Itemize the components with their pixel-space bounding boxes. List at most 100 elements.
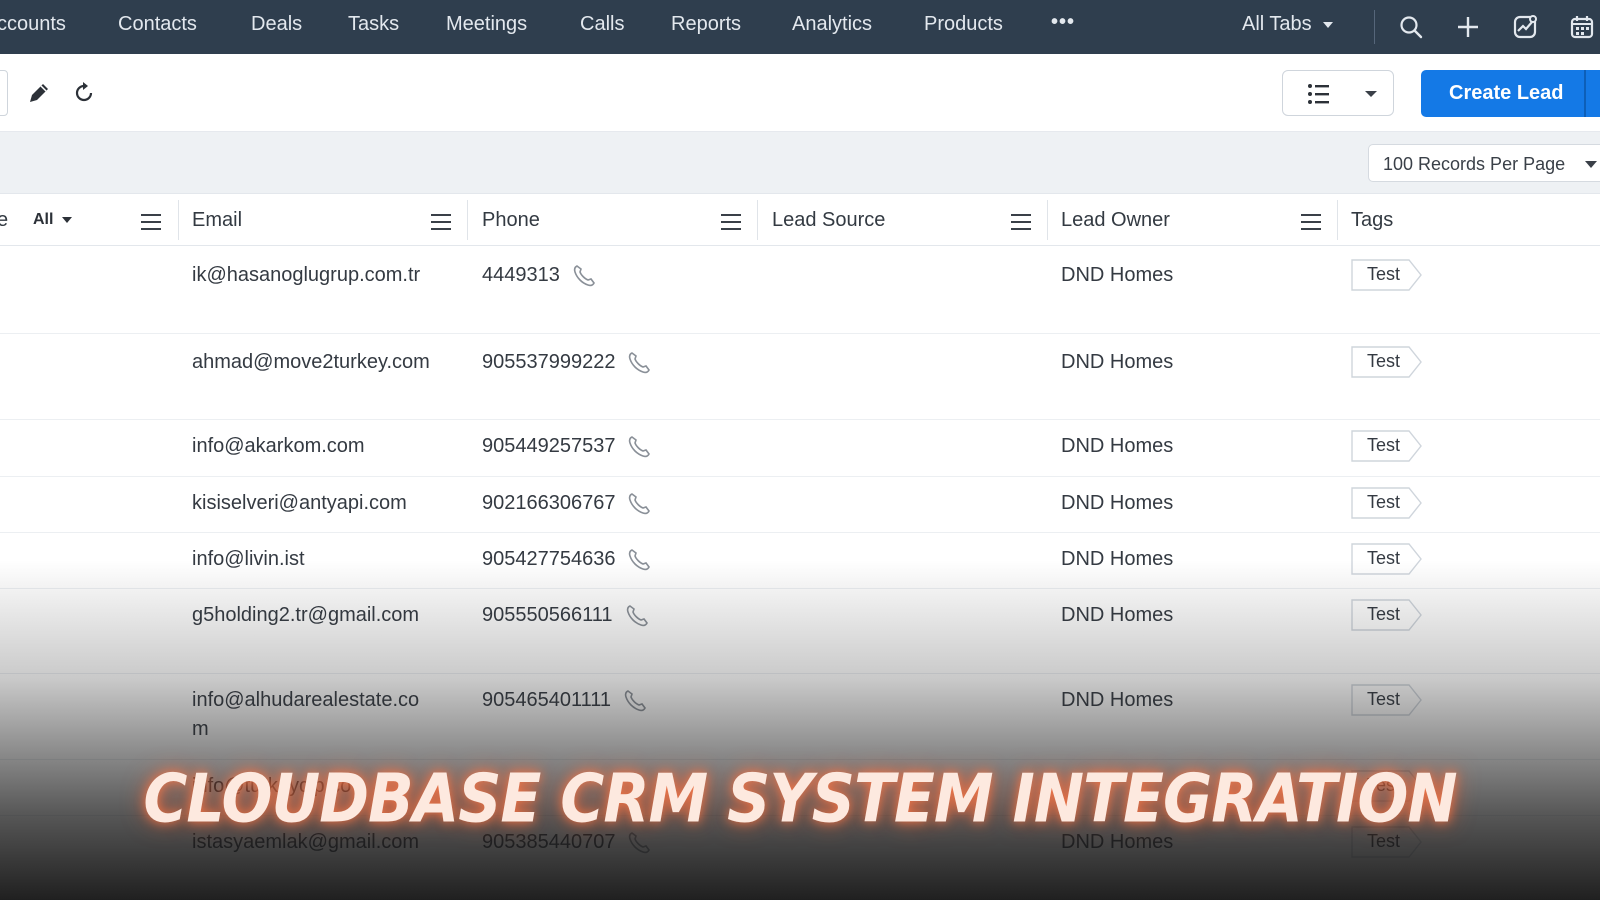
- nav-tab-deals[interactable]: Deals: [251, 13, 302, 36]
- nav-tab-analytics[interactable]: Analytics: [792, 13, 872, 36]
- tag-badge[interactable]: Test: [1351, 599, 1423, 631]
- email-cell[interactable]: ik@hasanoglugrup.com.tr: [192, 261, 432, 290]
- column-header-tags[interactable]: Tags: [1351, 209, 1393, 232]
- column-menu-icon[interactable]: [431, 214, 451, 230]
- table-row[interactable]: ahmad@move2turkey.com 905537999222 DND H…: [0, 334, 1600, 420]
- phone-number[interactable]: 905465401111: [482, 689, 611, 711]
- chevron-down-icon: [1585, 161, 1597, 168]
- lead-owner-cell: DND Homes: [1061, 264, 1174, 286]
- top-nav-bar: ccounts Contacts Deals Tasks Meetings Ca…: [0, 0, 1600, 54]
- column-menu-icon[interactable]: [1301, 214, 1321, 230]
- nav-tab-products[interactable]: Products: [924, 13, 1003, 36]
- lead-owner-cell: DND Homes: [1061, 435, 1174, 457]
- column-header-phone[interactable]: Phone: [482, 209, 540, 232]
- create-lead-button[interactable]: Create Lead: [1421, 70, 1600, 117]
- column-divider: [1047, 200, 1048, 240]
- table-row[interactable]: kisiselveri@antyapi.com 902166306767 DND…: [0, 477, 1600, 533]
- tag-badge[interactable]: Test: [1351, 684, 1423, 716]
- phone-number[interactable]: 905427754636: [482, 548, 615, 570]
- nav-tab-reports[interactable]: Reports: [671, 13, 741, 36]
- phone-icon[interactable]: [570, 262, 598, 290]
- tag-label: Test: [1367, 435, 1401, 455]
- column-menu-icon[interactable]: [721, 214, 741, 230]
- column-menu-icon[interactable]: [1011, 214, 1031, 230]
- phone-icon[interactable]: [625, 490, 653, 518]
- all-tabs-dropdown[interactable]: All Tabs: [1242, 13, 1334, 36]
- column-menu-icon[interactable]: [141, 214, 161, 230]
- email-cell[interactable]: info@akarkom.com: [192, 432, 432, 461]
- email-cell[interactable]: g5holding2.tr@gmail.com: [192, 601, 432, 630]
- email-cell[interactable]: info@alhudarealestate.com: [192, 686, 432, 744]
- tag-label: Test: [1367, 264, 1401, 284]
- all-tabs-label: All Tabs: [1242, 13, 1312, 35]
- activity-icon[interactable]: [1510, 12, 1540, 42]
- column-header-lead-owner[interactable]: Lead Owner: [1061, 209, 1170, 232]
- video-caption: CLOUDBASE CRM SYSTEM INTEGRATION: [143, 759, 1457, 839]
- column-header-partial: e: [0, 209, 9, 231]
- phone-icon[interactable]: [623, 602, 651, 630]
- tag-label: Test: [1367, 548, 1401, 568]
- view-switcher[interactable]: [1282, 70, 1394, 116]
- tag-badge[interactable]: Test: [1351, 430, 1423, 462]
- list-toolbar: Create Lead: [0, 54, 1600, 132]
- phone-number[interactable]: 905449257537: [482, 435, 615, 457]
- phone-icon[interactable]: [625, 546, 653, 574]
- search-icon[interactable]: [1396, 12, 1426, 42]
- phone-number[interactable]: 905537999222: [482, 351, 615, 373]
- tag-label: Test: [1367, 689, 1401, 709]
- column-filter-dropdown[interactable]: All: [33, 211, 72, 229]
- calendar-icon[interactable]: [1567, 12, 1597, 42]
- plus-icon[interactable]: [1453, 12, 1483, 42]
- records-per-page-select[interactable]: 100 Records Per Page: [1368, 144, 1600, 182]
- phone-cell: 905449257537: [482, 432, 653, 461]
- nav-tab-meetings[interactable]: Meetings: [446, 13, 527, 36]
- tag-label: Test: [1367, 351, 1401, 371]
- phone-cell: 902166306767: [482, 489, 653, 518]
- phone-cell: 4449313: [482, 261, 598, 290]
- phone-icon[interactable]: [625, 433, 653, 461]
- column-divider: [467, 200, 468, 240]
- lead-owner-cell: DND Homes: [1061, 351, 1174, 373]
- tag-badge[interactable]: Test: [1351, 259, 1423, 291]
- chevron-down-icon: [1365, 91, 1377, 97]
- phone-cell: 905465401111: [482, 686, 649, 715]
- column-header-email[interactable]: Email: [192, 209, 242, 232]
- nav-tab-accounts[interactable]: ccounts: [0, 13, 66, 36]
- phone-cell: 905537999222: [482, 348, 653, 377]
- phone-number[interactable]: 902166306767: [482, 492, 615, 514]
- create-lead-label: Create Lead: [1449, 82, 1564, 104]
- table-row[interactable]: info@alhudarealestate.com 905465401111 D…: [0, 674, 1600, 760]
- nav-more-button[interactable]: •••: [1051, 11, 1075, 34]
- table-row[interactable]: info@livin.ist 905427754636 DND Homes Te…: [0, 533, 1600, 589]
- column-header-lead-source[interactable]: Lead Source: [772, 209, 885, 232]
- lead-owner-cell: DND Homes: [1061, 548, 1174, 570]
- lead-owner-cell: DND Homes: [1061, 604, 1174, 626]
- column-filter-value: All: [33, 211, 54, 228]
- tag-badge[interactable]: Test: [1351, 487, 1423, 519]
- table-row[interactable]: g5holding2.tr@gmail.com 905550566111 DND…: [0, 589, 1600, 674]
- chevron-down-icon: [61, 216, 72, 223]
- email-cell[interactable]: info@livin.ist: [192, 545, 432, 574]
- column-divider: [178, 200, 179, 240]
- filter-toggle-button[interactable]: [0, 70, 8, 116]
- table-row[interactable]: info@akarkom.com 905449257537 DND Homes …: [0, 420, 1600, 477]
- table-row[interactable]: ik@hasanoglugrup.com.tr 4449313 DND Home…: [0, 247, 1600, 334]
- lead-owner-cell: DND Homes: [1061, 689, 1174, 711]
- nav-tab-tasks[interactable]: Tasks: [348, 13, 399, 36]
- table-header: e All Email Phone Lead Source Lead Owner…: [0, 194, 1600, 246]
- tag-badge[interactable]: Test: [1351, 346, 1423, 378]
- email-cell[interactable]: ahmad@move2turkey.com: [192, 348, 432, 377]
- records-bar: 100 Records Per Page: [0, 132, 1600, 194]
- refresh-icon[interactable]: [69, 78, 99, 108]
- phone-number[interactable]: 905550566111: [482, 604, 613, 626]
- records-per-page-label: 100 Records Per Page: [1383, 154, 1566, 174]
- phone-icon[interactable]: [625, 349, 653, 377]
- nav-tab-contacts[interactable]: Contacts: [118, 13, 197, 36]
- email-cell[interactable]: kisiselveri@antyapi.com: [192, 489, 432, 518]
- phone-icon[interactable]: [621, 687, 649, 715]
- edit-icon[interactable]: [24, 78, 54, 108]
- tag-badge[interactable]: Test: [1351, 543, 1423, 575]
- phone-number[interactable]: 4449313: [482, 264, 560, 286]
- nav-tab-calls[interactable]: Calls: [580, 13, 624, 36]
- column-divider: [757, 200, 758, 240]
